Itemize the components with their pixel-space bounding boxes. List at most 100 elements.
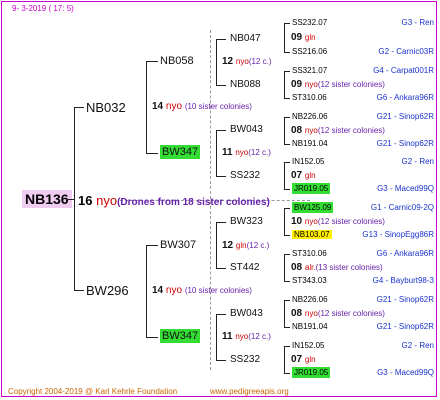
gen2-name: BW347 (160, 145, 201, 159)
gen2-nyo: nyo (235, 332, 249, 341)
connector (284, 281, 290, 282)
connector (284, 117, 290, 118)
gen3-node[interactable]: NB047 (230, 34, 261, 44)
connector (216, 130, 226, 131)
gen4-node[interactable]: JR019.05 (292, 183, 331, 194)
gen3-number: 07 (291, 170, 303, 181)
gen2-node[interactable]: BW347 (160, 329, 201, 343)
connector (66, 199, 74, 200)
root-queen-name: NB136 (22, 190, 72, 208)
gen4-node[interactable]: SS216.06 (292, 48, 327, 56)
gen1-number: 14 (152, 285, 164, 296)
gen3-node[interactable]: BW323 (230, 217, 263, 227)
connector (284, 98, 290, 99)
gen2-info: 12 nyo(12 c.) (222, 57, 271, 67)
connector (284, 162, 285, 190)
gen1-info: 14 nyo (10 sister colonies) (152, 102, 252, 112)
connector (284, 300, 290, 301)
gen3-colonies: (12 sister colonies) (317, 309, 385, 318)
gen4-info: G3 - Maced99Q (377, 184, 434, 193)
gen2-node[interactable]: BW347 (160, 145, 201, 159)
gen4-node[interactable]: NB191.04 (292, 140, 328, 148)
root-drones: (Drones from 18 sister colonies) (117, 197, 270, 208)
connector (284, 254, 290, 255)
gen3-tag: gln (304, 355, 316, 364)
connector (216, 85, 226, 86)
gen3-node[interactable]: BW043 (230, 125, 263, 135)
gen3-number: 10 (291, 216, 303, 227)
connector (74, 107, 84, 108)
gen3-node[interactable]: SS232 (230, 171, 260, 181)
gen4-name: JR019.05 (292, 183, 331, 194)
gen2-colonies: (12 c.) (248, 148, 271, 157)
connector (284, 71, 290, 72)
gen2-info: 11 nyo(12 c.) (222, 148, 271, 158)
gen4-node[interactable]: BW125.09 (292, 202, 334, 213)
gen3-info: 08 alr.(13 sister colonies) (291, 263, 383, 273)
connector (216, 360, 226, 361)
gen4-node[interactable]: IN152.05 (292, 158, 324, 166)
gen1-node[interactable]: NB032 (86, 101, 126, 114)
gen3-number: 09 (291, 79, 303, 90)
gen4-node[interactable]: NB226.06 (292, 113, 328, 121)
connector (146, 337, 158, 338)
gen3-node[interactable]: ST442 (230, 263, 259, 273)
connector (284, 208, 285, 236)
gen4-node[interactable]: NB191.04 (292, 323, 328, 331)
gen4-node[interactable]: SS232.07 (292, 19, 327, 27)
gen4-node[interactable]: ST343.03 (292, 277, 327, 285)
gen2-number: 11 (222, 147, 233, 158)
gen4-info: G3 - Maced99Q (377, 368, 434, 377)
gen3-tag: gln (304, 171, 316, 180)
gen4-name: BW125.09 (292, 202, 334, 213)
gen1-colonies: (10 sister colonies) (184, 102, 252, 111)
connector (284, 144, 290, 145)
connector (284, 189, 290, 190)
gen2-number: 11 (222, 331, 233, 342)
gen3-node[interactable]: SS232 (230, 355, 260, 365)
connector (216, 222, 217, 269)
gen2-gln: gln (235, 241, 247, 250)
gen2-nyo: nyo (235, 148, 249, 157)
gen4-info: G2 - Ren (401, 157, 434, 166)
gen3-tag: nyo (304, 80, 318, 89)
gen1-number: 14 (152, 101, 164, 112)
gen2-node[interactable]: NB058 (160, 56, 194, 67)
gen3-number: 08 (291, 262, 303, 273)
gen4-node[interactable]: IN152.05 (292, 342, 324, 350)
gen3-number: 08 (291, 125, 303, 136)
connector (146, 61, 158, 62)
gen4-node[interactable]: NB103.07 (292, 230, 332, 239)
gen1-node[interactable]: BW296 (86, 284, 129, 297)
gen4-info: G4 - Carpat001R (373, 66, 434, 75)
gen2-number: 12 (222, 240, 234, 251)
connector (284, 346, 285, 374)
gen3-node[interactable]: NB088 (230, 80, 261, 90)
connector (216, 268, 226, 269)
connector (216, 39, 217, 86)
connector (146, 245, 147, 337)
gen2-nyo: nyo (235, 57, 249, 66)
connector (284, 346, 290, 347)
gen3-colonies: (12 sister colonies) (317, 126, 385, 135)
footer-website[interactable]: www.pedigreeapis.org (210, 388, 289, 396)
gen4-node[interactable]: ST310.06 (292, 94, 327, 102)
connector (284, 23, 290, 24)
gen2-colonies: (12 c.) (248, 57, 272, 66)
root-nyo: nyo (96, 193, 118, 208)
gen3-colonies: (12 sister colonies) (317, 217, 385, 226)
gen4-info: G21 - Sinop62R (376, 322, 434, 331)
connector (216, 130, 217, 177)
gen4-info: G6 - Ankara96R (376, 249, 434, 258)
gen3-info: 10 nyo(12 sister colonies) (291, 217, 385, 227)
gen3-node[interactable]: BW043 (230, 309, 263, 319)
gen3-info: 08 nyo(12 sister colonies) (291, 126, 385, 136)
gen3-tag: nyo (304, 217, 318, 226)
root-queen[interactable]: NB136 (22, 190, 72, 208)
gen4-info: G1 - Carnic09-2Q (370, 203, 434, 212)
gen4-node[interactable]: JR019.05 (292, 367, 331, 378)
gen4-node[interactable]: SS321.07 (292, 67, 327, 75)
gen4-node[interactable]: ST310.06 (292, 250, 327, 258)
gen2-node[interactable]: BW307 (160, 240, 196, 251)
gen4-node[interactable]: NB226.06 (292, 296, 328, 304)
